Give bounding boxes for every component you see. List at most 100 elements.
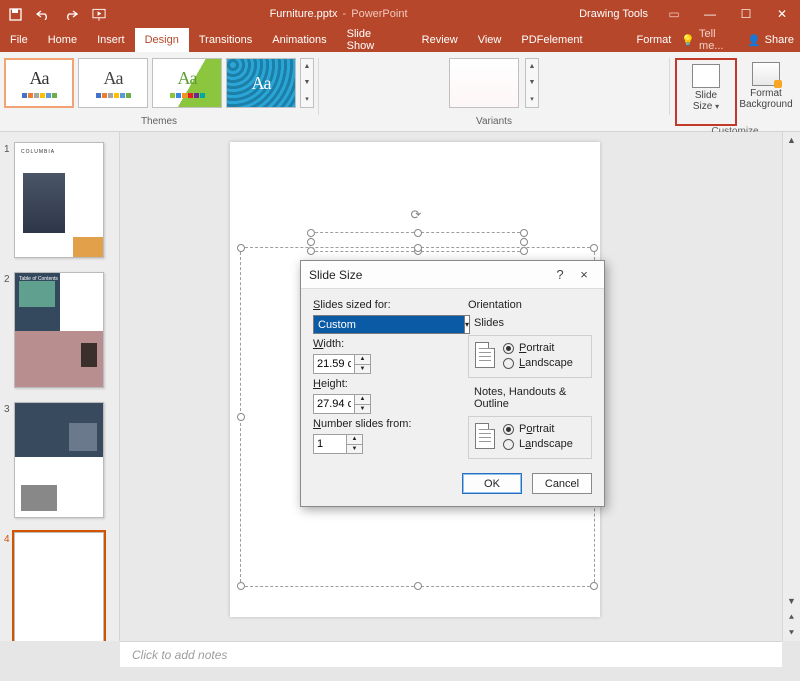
dialog-right-column: Orientation Slides Portrait Landscape No… [468,299,592,463]
slides-sized-for-combo[interactable]: ▾ [313,315,448,334]
tab-insert[interactable]: Insert [87,28,135,52]
notes-pane[interactable]: Click to add notes [120,641,782,667]
tab-slideshow[interactable]: Slide Show [337,28,412,52]
document-filename: Furniture.pptx [270,8,338,20]
slide-thumb-1[interactable]: COLUMBIA [14,142,104,258]
page-portrait-icon [475,342,495,368]
ribbon: Aa Aa Aa Aa ▲▼▾ Themes ▲▼▾ Variants [0,52,800,132]
tab-view[interactable]: View [468,28,512,52]
start-slideshow-icon[interactable] [92,7,106,21]
slide-size-highlight: SlideSize ▾ [675,58,737,126]
window-title: Furniture.pptx - PowerPoint [106,8,571,20]
height-spinner[interactable]: ▲▼ [313,394,371,414]
tab-review[interactable]: Review [412,28,468,52]
slide-number-2: 2 [4,272,14,388]
height-input[interactable] [313,394,355,414]
theme-thumb-2[interactable]: Aa [78,58,148,108]
radio-notes-portrait[interactable]: Portrait [503,423,573,435]
spin-down-icon[interactable]: ▼ [355,404,371,415]
vertical-scrollbar[interactable]: ▲ ▼ ⯅ ⯆ [782,132,800,641]
tab-home[interactable]: Home [38,28,87,52]
ribbon-group-themes: Aa Aa Aa Aa ▲▼▾ Themes [0,52,318,131]
width-spinner[interactable]: ▲▼ [313,354,371,374]
ribbon-display-options-icon[interactable]: ▭ [656,0,692,28]
maximize-button[interactable]: ☐ [728,0,764,28]
share-button[interactable]: 👤 Share [747,34,794,47]
close-window-button[interactable]: ✕ [764,0,800,28]
tell-me-search[interactable]: 💡 Tell me... [681,28,743,52]
dialog-close-button[interactable]: × [572,267,596,282]
tab-pdfelement[interactable]: PDFelement [511,28,592,52]
orientation-slides-group: Portrait Landscape [468,335,592,378]
theme-thumb-office[interactable]: Aa [4,58,74,108]
dialog-titlebar[interactable]: Slide Size ? × [301,261,604,289]
slide-thumb-3[interactable] [14,402,104,518]
page-portrait-icon [475,423,495,449]
format-background-button[interactable]: FormatBackground [737,58,795,122]
variant-thumb-1[interactable] [449,58,519,108]
app-name: PowerPoint [351,8,407,20]
slide-size-dialog: Slide Size ? × Slides sized for: ▾ Width… [300,260,605,507]
undo-icon[interactable] [36,7,50,21]
scroll-down-icon[interactable]: ▼ [783,593,800,609]
radio-notes-landscape[interactable]: Landscape [503,438,573,450]
label-number-from: Number slides from: [313,418,448,430]
tab-transitions[interactable]: Transitions [189,28,262,52]
dialog-help-button[interactable]: ? [548,267,572,282]
label-orientation: Orientation [468,299,592,311]
label-height: Height: [313,378,448,390]
tab-design[interactable]: Design [135,28,189,52]
spin-down-icon[interactable]: ▼ [347,444,363,455]
label-notes-group: Notes, Handouts & Outline [474,386,592,410]
contextual-tab-title: Drawing Tools [571,8,656,20]
title-bar: Furniture.pptx - PowerPoint Drawing Tool… [0,0,800,28]
lightbulb-icon: 💡 [681,34,695,47]
save-icon[interactable] [8,7,22,21]
quick-access-toolbar [0,7,106,21]
person-icon: 👤 [747,34,761,47]
slide-number-4: 4 [4,532,14,641]
slide-size-icon [692,64,720,88]
spin-up-icon[interactable]: ▲ [355,394,371,404]
slide-thumb-2[interactable]: Table of Contents [14,272,104,388]
number-from-spinner[interactable]: ▲▼ [313,434,363,454]
prev-slide-icon[interactable]: ⯅ [783,609,800,625]
tab-file[interactable]: File [0,28,38,52]
slide-number-1: 1 [4,142,14,258]
slides-sized-for-value[interactable] [313,315,465,334]
rotate-handle-icon[interactable]: ⟳ [411,207,422,223]
tab-format[interactable]: Format [626,28,681,52]
minimize-button[interactable]: — [692,0,728,28]
ok-button[interactable]: OK [462,473,522,494]
redo-icon[interactable] [64,7,78,21]
label-width: Width: [313,338,448,350]
radio-slides-portrait[interactable]: Portrait [503,342,573,354]
group-label-themes: Themes [141,116,177,129]
spin-up-icon[interactable]: ▲ [355,354,371,364]
notes-placeholder: Click to add notes [132,648,227,662]
radio-slides-landscape[interactable]: Landscape [503,357,573,369]
number-from-input[interactable] [313,434,347,454]
format-background-icon [752,62,780,86]
slide-thumbnails-panel[interactable]: 1 COLUMBIA 2 Table of Contents 3 4 [0,132,120,641]
scroll-up-icon[interactable]: ▲ [783,132,800,148]
chevron-down-icon: ▾ [715,102,719,111]
theme-thumb-3[interactable]: Aa [152,58,222,108]
dialog-left-column: Slides sized for: ▾ Width: ▲▼ Height: ▲▼… [313,299,448,463]
themes-more-dropdown[interactable]: ▲▼▾ [300,58,314,108]
slide-size-button[interactable]: SlideSize ▾ [677,60,735,124]
window-buttons: ▭ — ☐ ✕ [656,0,800,28]
slide-thumb-4[interactable] [14,532,104,641]
next-slide-icon[interactable]: ⯆ [783,625,800,641]
ribbon-group-customize: SlideSize ▾ FormatBackground Customize [670,52,800,131]
theme-thumb-4[interactable]: Aa [226,58,296,108]
group-label-variants: Variants [476,116,512,129]
ribbon-group-variants: ▲▼▾ Variants [319,52,669,131]
spin-up-icon[interactable]: ▲ [347,434,363,444]
cancel-button[interactable]: Cancel [532,473,592,494]
variants-more-dropdown[interactable]: ▲▼▾ [525,58,539,108]
spin-down-icon[interactable]: ▼ [355,364,371,375]
width-input[interactable] [313,354,355,374]
dialog-title: Slide Size [309,268,362,282]
tab-animations[interactable]: Animations [262,28,336,52]
